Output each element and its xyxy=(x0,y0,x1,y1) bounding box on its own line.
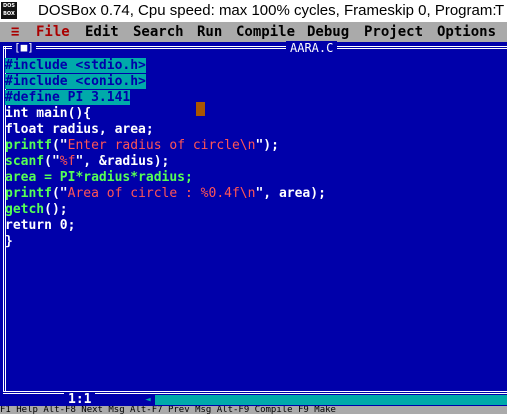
menu-options-label: Options xyxy=(437,24,497,40)
horizontal-scrollbar[interactable]: ◄ xyxy=(141,395,507,405)
editor-frame-top xyxy=(3,46,507,49)
code-area[interactable]: #include <stdio.h> #include <conio.h> #d… xyxy=(5,58,326,250)
scroll-left-arrow-icon[interactable]: ◄ xyxy=(141,395,155,405)
menu-debug-label: Debug xyxy=(307,24,350,40)
menu-file-label: File xyxy=(36,24,70,40)
menu-edit[interactable]: Edit xyxy=(85,24,119,40)
code-line-text: #define PI 3.141 xyxy=(5,90,131,105)
editor-window[interactable]: [■] AARA.C #include <stdio.h> #include <… xyxy=(0,41,507,394)
code-line-text: #include <conio.h> xyxy=(5,74,146,89)
menu-edit-label: Edit xyxy=(85,24,119,40)
code-line: scanf("%f", &radius); xyxy=(5,154,326,170)
code-line: #include <stdio.h> xyxy=(5,58,326,74)
status-bar: ◄ 1:1 F1 Help Alt-F8 Next Msg Alt-F7 Pre… xyxy=(0,392,507,414)
code-line: area = PI*radius*radius; xyxy=(5,170,326,186)
code-line: float radius, area; xyxy=(5,122,326,138)
code-line: #include <conio.h> xyxy=(5,74,326,90)
code-line-text: int main(){ xyxy=(5,106,92,121)
code-line-text: float radius, area; xyxy=(5,122,154,137)
code-line: getch(); xyxy=(5,202,326,218)
window-title-overflow: T xyxy=(495,2,505,19)
menu-compile-label: Compile xyxy=(236,24,296,40)
code-line-text: printf("Enter radius of circle\n"); xyxy=(5,138,279,153)
code-line: int main(){ xyxy=(5,106,326,122)
code-line-text: scanf("%f", &radius); xyxy=(5,154,170,169)
code-line: printf("Enter radius of circle\n"); xyxy=(5,138,326,154)
menu-compile[interactable]: Compile xyxy=(236,24,295,40)
window-title: DOSBox 0.74, Cpu speed: max 100% cycles,… xyxy=(38,2,497,19)
menu-search[interactable]: Search xyxy=(133,24,184,40)
code-line-text: printf("Area of circle : %0.4f\n", area)… xyxy=(5,186,326,201)
cursor-position: 1:1 xyxy=(64,392,96,407)
menu-options[interactable]: Options xyxy=(437,24,496,40)
menu-debug[interactable]: Debug xyxy=(307,24,349,40)
window-titlebar[interactable]: DOS BOX DOSBox 0.74, Cpu speed: max 100% … xyxy=(0,0,507,22)
code-line-text: area = PI*radius*radius; xyxy=(5,170,193,185)
dosbox-icon: DOS BOX xyxy=(1,2,17,19)
menu-run-label: Run xyxy=(197,24,223,40)
menu-search-label: Search xyxy=(133,24,184,40)
menu-project-label: Project xyxy=(364,24,424,40)
system-menu[interactable]: ≡ xyxy=(11,24,19,40)
function-key-text: F1 Help Alt-F8 Next Msg Alt-F7 Prev Msg … xyxy=(0,406,336,414)
code-line: } xyxy=(5,234,326,250)
menu-bar: ≡ File Edit Search Run Compile Debug Pro… xyxy=(0,22,507,42)
close-box-icon[interactable]: [■] xyxy=(12,42,36,54)
editor-filename: AARA.C xyxy=(286,41,338,55)
code-line: return 0; xyxy=(5,218,326,234)
code-line: printf("Area of circle : %0.4f\n", area)… xyxy=(5,186,326,202)
code-line: #define PI 3.141 xyxy=(5,90,326,106)
code-line-text: getch(); xyxy=(5,202,68,217)
code-line-text: #include <stdio.h> xyxy=(5,58,146,73)
text-cursor xyxy=(196,102,205,116)
menu-run[interactable]: Run xyxy=(197,24,222,40)
menu-project[interactable]: Project xyxy=(364,24,423,40)
function-key-bar: F1 Help Alt-F8 Next Msg Alt-F7 Prev Msg … xyxy=(0,406,507,414)
code-line-text: } xyxy=(5,234,13,249)
menu-file[interactable]: File xyxy=(36,24,70,40)
code-line-text: return 0; xyxy=(5,218,76,233)
